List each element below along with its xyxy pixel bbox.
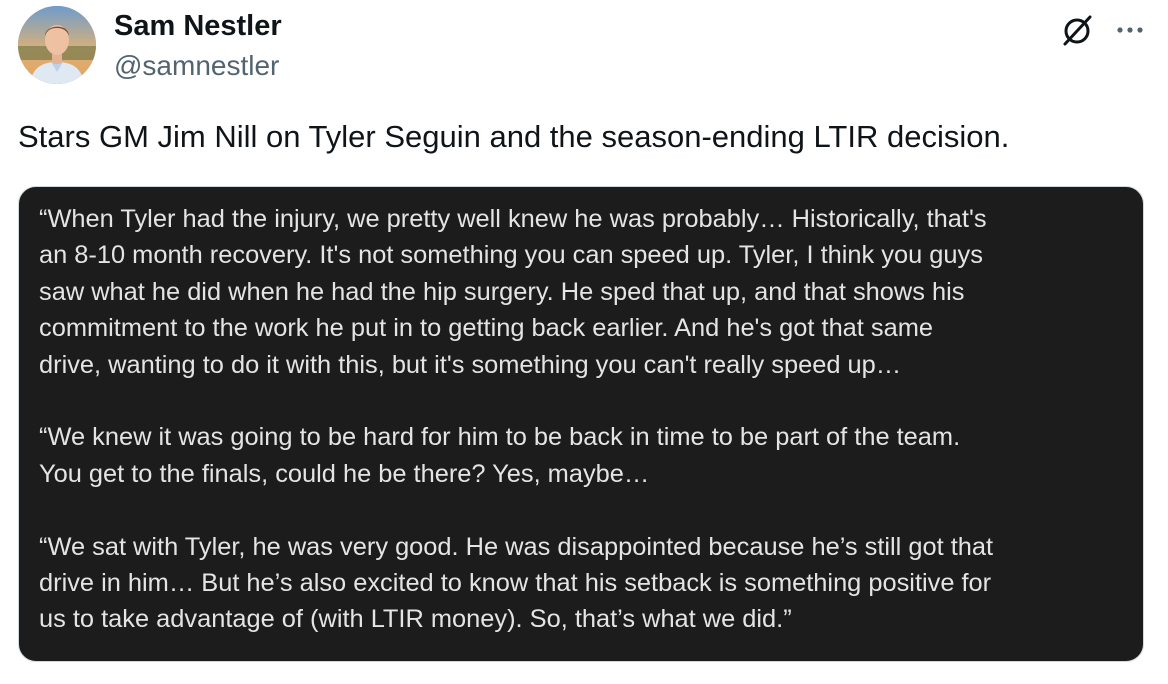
tweet: Sam Nestler @samnestler Stars GM Jim Nil… xyxy=(0,0,1168,684)
more-options-icon[interactable] xyxy=(1110,10,1150,50)
quote-paragraph: “When Tyler had the injury, we pretty we… xyxy=(39,205,987,379)
avatar[interactable] xyxy=(18,6,96,84)
quote-image[interactable]: “When Tyler had the injury, we pretty we… xyxy=(18,186,1144,662)
grok-icon[interactable] xyxy=(1056,10,1096,50)
quote-text-block: “When Tyler had the injury, we pretty we… xyxy=(39,201,1129,638)
avatar-photo xyxy=(18,6,96,84)
author-handle[interactable]: @samnestler xyxy=(114,48,279,84)
author-name[interactable]: Sam Nestler xyxy=(114,8,282,44)
quote-paragraph: “We knew it was going to be hard for him… xyxy=(39,423,961,488)
tweet-text: Stars GM Jim Nill on Tyler Seguin and th… xyxy=(18,119,1010,154)
quote-paragraph: “We sat with Tyler, he was very good. He… xyxy=(39,532,994,634)
